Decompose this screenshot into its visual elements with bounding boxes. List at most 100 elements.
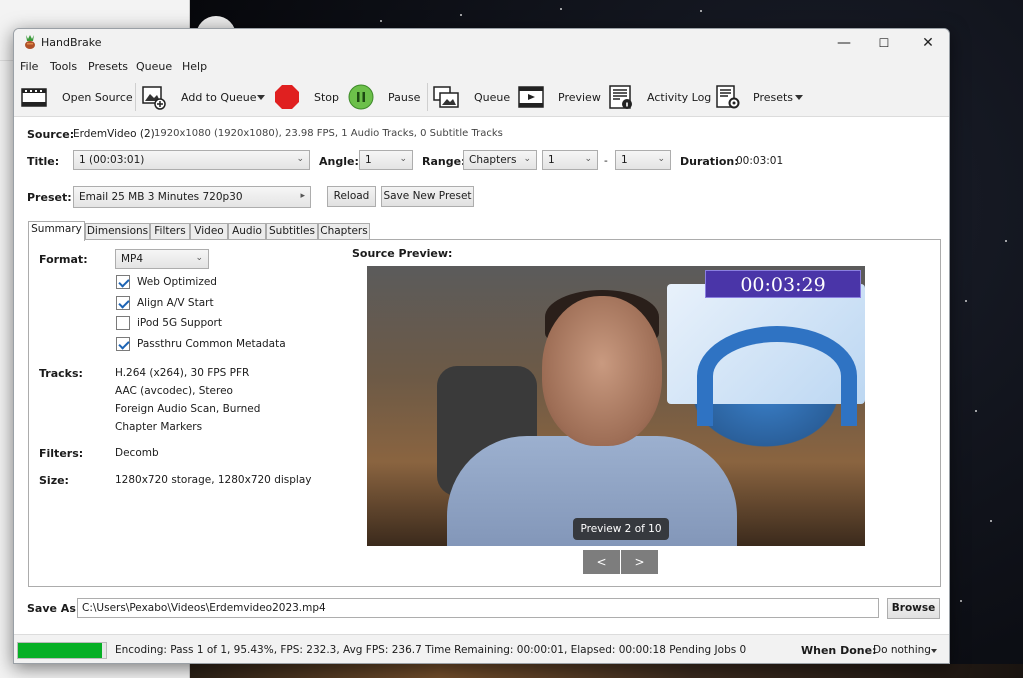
presets-label: Presets [753, 91, 794, 104]
format-dropdown[interactable]: MP4 ⌄ [115, 249, 209, 269]
align-av-start-label: Align A/V Start [137, 297, 214, 309]
preset-value: Email 25 MB 3 Minutes 720p30 [79, 191, 243, 203]
toolbar: Open Source Add to Queue Stop Pause Queu… [14, 77, 949, 117]
source-name: ErdemVideo (2) [73, 128, 155, 140]
browse-button[interactable]: Browse [887, 598, 940, 619]
pause-icon [348, 84, 374, 110]
source-preview-image: 00:03:29 Preview 2 of 10 [367, 266, 865, 546]
open-source-label: Open Source [62, 91, 133, 104]
duration-label: Duration: [680, 155, 739, 168]
title-value: 1 (00:03:01) [79, 154, 145, 166]
chevron-down-icon[interactable] [257, 95, 265, 100]
save-as-path-input[interactable]: C:\Users\Pexabo\Videos\Erdemvideo2023.mp… [77, 598, 879, 618]
chevron-down-icon [931, 649, 937, 653]
range-start-value: 1 [548, 154, 555, 166]
chevron-down-icon: ⌄ [195, 253, 203, 263]
tab-chapters[interactable]: Chapters [318, 223, 370, 240]
next-preview-button[interactable]: > [621, 550, 658, 574]
presets-settings-icon [716, 85, 740, 109]
previous-preview-button[interactable]: < [583, 550, 620, 574]
track-chapters: Chapter Markers [115, 421, 203, 433]
angle-dropdown[interactable]: 1 ⌄ [359, 150, 413, 170]
queue-icon [433, 86, 459, 108]
chevron-right-icon: ▸ [300, 191, 305, 201]
pause-label: Pause [388, 91, 421, 104]
size-label: Size: [39, 474, 69, 487]
align-av-start-checkbox[interactable] [116, 296, 130, 310]
angle-label: Angle: [319, 155, 359, 168]
chevron-down-icon: ⌄ [584, 154, 592, 164]
preview-timestamp: 00:03:29 [705, 270, 861, 298]
save-as-label: Save As: [27, 602, 81, 615]
film-icon [21, 88, 47, 107]
minimize-button[interactable]: — [826, 33, 862, 53]
range-dropdown[interactable]: Chapters ⌄ [463, 150, 537, 170]
tracks-label: Tracks: [39, 367, 83, 380]
preset-label: Preset: [27, 191, 72, 204]
stop-label: Stop [314, 91, 340, 104]
filters-label: Filters: [39, 447, 84, 460]
ipod-5g-support-label: iPod 5G Support [137, 317, 222, 329]
source-details: 1920x1080 (1920x1080), 23.98 FPS, 1 Audi… [154, 128, 503, 139]
menu-queue[interactable]: Queue [136, 60, 172, 73]
tab-video[interactable]: Video [190, 223, 228, 240]
web-optimized-checkbox[interactable] [116, 275, 130, 289]
menu-tools[interactable]: Tools [50, 60, 77, 73]
chevron-down-icon[interactable] [795, 95, 803, 100]
chevron-down-icon: ⌄ [523, 154, 531, 164]
tab-audio[interactable]: Audio [228, 223, 266, 240]
activity-log-label: Activity Log [647, 91, 712, 104]
chevron-down-icon: ⌄ [399, 154, 407, 164]
source-preview-label: Source Preview: [352, 247, 453, 260]
tab-filters[interactable]: Filters [150, 223, 190, 240]
ipod-5g-support-checkbox[interactable] [116, 316, 130, 330]
range-end-dropdown[interactable]: 1 ⌄ [615, 150, 671, 170]
title-dropdown[interactable]: 1 (00:03:01) ⌄ [73, 150, 310, 170]
maximize-button[interactable]: ☐ [866, 33, 902, 53]
track-video: H.264 (x264), 30 FPS PFR [115, 367, 250, 379]
preview-label: Preview [558, 91, 601, 104]
when-done-label: When Done: [801, 644, 877, 657]
save-new-preset-button[interactable]: Save New Preset [381, 186, 474, 207]
tab-dimensions[interactable]: Dimensions [85, 223, 150, 240]
range-end-value: 1 [621, 154, 628, 166]
range-start-dropdown[interactable]: 1 ⌄ [542, 150, 598, 170]
preview-counter-badge: Preview 2 of 10 [573, 518, 669, 540]
preset-selector[interactable]: Email 25 MB 3 Minutes 720p30 ▸ [73, 186, 311, 208]
passthru-metadata-checkbox[interactable] [116, 337, 130, 351]
range-label: Range: [422, 155, 466, 168]
track-subtitle: Foreign Audio Scan, Burned [115, 403, 261, 415]
handbrake-pineapple-icon [25, 35, 35, 49]
stop-icon [275, 85, 299, 109]
background-strip [190, 664, 1023, 678]
tab-summary[interactable]: Summary [28, 221, 85, 241]
format-label: Format: [39, 253, 88, 266]
status-bar: Encoding: Pass 1 of 1, 95.43%, FPS: 232.… [14, 634, 949, 663]
when-done-value: Do nothing [873, 644, 931, 656]
range-dash: - [604, 155, 608, 167]
window-title: HandBrake [41, 36, 102, 49]
filters-value: Decomb [115, 447, 159, 459]
menu-presets[interactable]: Presets [88, 60, 128, 73]
handbrake-window: HandBrake — ☐ ✕ File Tools Presets Queue… [13, 28, 950, 664]
close-button[interactable]: ✕ [910, 33, 946, 53]
track-audio: AAC (avcodec), Stereo [115, 385, 233, 397]
reload-button[interactable]: Reload [327, 186, 376, 207]
size-value: 1280x720 storage, 1280x720 display [115, 474, 312, 486]
web-optimized-label: Web Optimized [137, 276, 217, 288]
title-bar: HandBrake — ☐ ✕ [14, 29, 949, 57]
progress-fill [18, 643, 102, 658]
source-label: Source: [27, 128, 75, 141]
format-value: MP4 [121, 253, 144, 265]
angle-value: 1 [365, 154, 372, 166]
add-to-queue-label: Add to Queue [181, 91, 257, 104]
add-image-icon [142, 86, 166, 110]
duration-value: 00:03:01 [736, 155, 784, 167]
preview-film-icon [518, 86, 544, 108]
chevron-down-icon: ⌄ [657, 154, 665, 164]
encode-progress-bar [17, 642, 107, 659]
summary-panel: Format: MP4 ⌄ Web Optimized Align A/V Sta… [28, 239, 941, 587]
menu-file[interactable]: File [20, 60, 38, 73]
tab-subtitles[interactable]: Subtitles [266, 223, 318, 240]
menu-help[interactable]: Help [182, 60, 207, 73]
